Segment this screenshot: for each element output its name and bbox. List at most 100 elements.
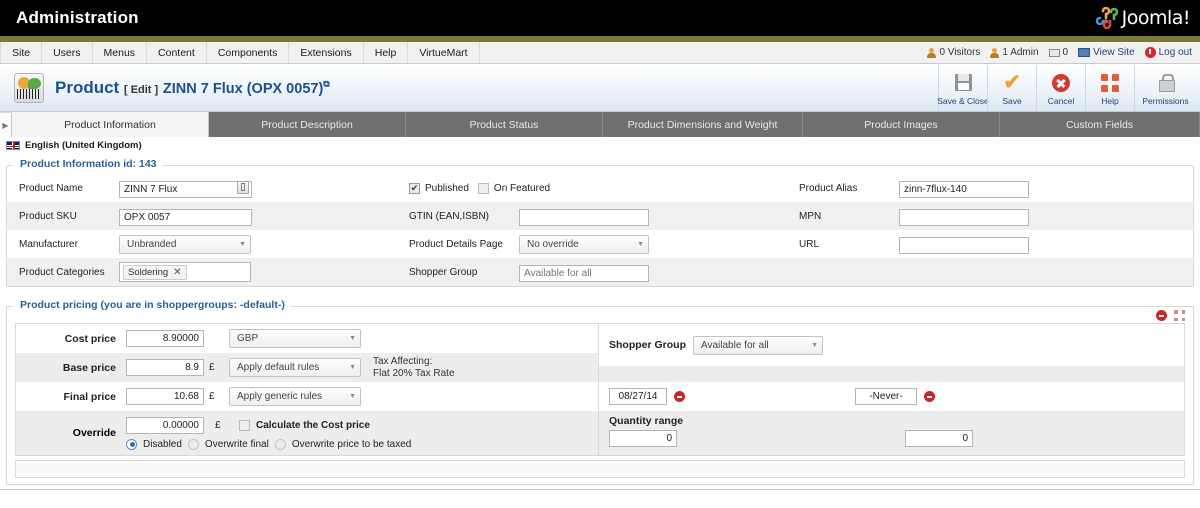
final-rule-select[interactable]: Apply generic rules ▼: [229, 387, 361, 406]
url-field-wrap: [899, 235, 1193, 254]
product-header-left: Product [ Edit ] ZINN 7 Flux (OPX 0057)⧉: [14, 72, 330, 103]
final-price-input[interactable]: [126, 388, 204, 405]
help-button[interactable]: Help: [1085, 64, 1134, 111]
cost-currency-select[interactable]: GBP ▼: [229, 329, 361, 348]
info-column-2: Published On Featured GTIN (EAN,ISBN) Pr…: [397, 174, 787, 286]
row-override: Override £ Calculate the Cost price Disa…: [16, 411, 598, 455]
delete-price-icon[interactable]: [1156, 310, 1167, 321]
cancel-label: Cancel: [1047, 96, 1075, 106]
shopper-group-input[interactable]: [519, 264, 649, 282]
permissions-button[interactable]: Permissions: [1134, 64, 1196, 111]
clear-date-to-icon[interactable]: [924, 391, 935, 402]
price-panel: Cost price GBP ▼ Base price £ App: [15, 323, 1185, 456]
cancel-button[interactable]: Cancel: [1036, 64, 1085, 111]
product-name-tool-button[interactable]: [237, 180, 249, 194]
mpn-field-wrap: [899, 207, 1193, 226]
menu-item-content[interactable]: Content: [147, 42, 207, 63]
price-left-column: Cost price GBP ▼ Base price £ App: [16, 324, 599, 455]
status-bar: 0 Visitors 1 Admin 0 View Site Log out: [927, 42, 1200, 63]
menu-item-users[interactable]: Users: [42, 42, 93, 63]
external-link-icon[interactable]: ⧉: [323, 78, 329, 88]
messages-status[interactable]: 0: [1048, 47, 1068, 58]
product-icon: [14, 72, 44, 103]
tax-affecting-title: Tax Affecting:: [373, 355, 433, 367]
override-body: £ Calculate the Cost price Disabled Over…: [126, 416, 411, 450]
calculate-cost-checkbox[interactable]: [239, 419, 250, 431]
cost-price-input[interactable]: [126, 330, 204, 347]
base-price-input[interactable]: [126, 359, 204, 376]
gtin-input[interactable]: [519, 208, 649, 226]
help-label: Help: [1101, 96, 1119, 106]
tab-product-dimensions-weight[interactable]: Product Dimensions and Weight: [603, 112, 803, 137]
toolbar: Save & Close ✔ Save Cancel Help Permissi…: [937, 64, 1196, 111]
logout-link[interactable]: Log out: [1144, 47, 1192, 58]
override-line-1: £ Calculate the Cost price: [126, 416, 411, 434]
tab-product-status[interactable]: Product Status: [406, 112, 603, 137]
quantity-range-fields: [609, 430, 973, 447]
product-categories-tagbox[interactable]: Soldering ✕: [119, 262, 251, 282]
chevron-down-icon: ▼: [637, 240, 644, 248]
featured-label: On Featured: [493, 182, 551, 194]
admins-status[interactable]: 1 Admin: [990, 47, 1039, 58]
menu-item-help[interactable]: Help: [364, 42, 409, 63]
view-site-link[interactable]: View Site: [1078, 47, 1135, 58]
admin-icon: [990, 47, 1000, 58]
tab-product-description[interactable]: Product Description: [209, 112, 406, 137]
pricing-shopper-group-select[interactable]: Available for all ▼: [693, 335, 823, 355]
chevron-down-icon: ▼: [349, 364, 356, 371]
sidebar-toggle[interactable]: ▶: [0, 112, 12, 137]
tab-product-images[interactable]: Product Images: [803, 112, 1000, 137]
drag-handle-icon[interactable]: [1174, 310, 1185, 321]
save-close-button[interactable]: Save & Close: [937, 64, 989, 111]
details-page-select[interactable]: No override ▼: [519, 234, 649, 254]
manufacturer-select[interactable]: Unbranded ▼: [119, 234, 251, 254]
menu-item-extensions[interactable]: Extensions: [289, 42, 364, 63]
published-checkbox[interactable]: [409, 182, 420, 194]
date-from-input[interactable]: [609, 388, 667, 405]
tab-bar: ▶ Product Information Product Descriptio…: [0, 112, 1200, 137]
details-page-field-wrap: No override ▼: [519, 234, 787, 254]
row-spacer: [787, 258, 1193, 286]
manufacturer-value: Unbranded: [127, 238, 177, 250]
row-gtin: GTIN (EAN,ISBN): [397, 202, 787, 230]
base-rule-select[interactable]: Apply default rules ▼: [229, 358, 361, 377]
override-taxed-radio[interactable]: [274, 438, 286, 450]
info-column-3: Product Alias MPN URL: [787, 174, 1193, 286]
product-name-input[interactable]: [119, 180, 252, 198]
tab-custom-fields[interactable]: Custom Fields: [1000, 112, 1200, 137]
visitors-icon: [927, 47, 937, 58]
menu-item-components[interactable]: Components: [207, 42, 290, 63]
clear-date-from-icon[interactable]: [674, 391, 685, 402]
save-button[interactable]: ✔ Save: [987, 64, 1036, 111]
override-input[interactable]: [126, 416, 204, 434]
mail-icon: [1048, 48, 1060, 57]
remove-tag-icon[interactable]: ✕: [173, 267, 181, 278]
menu-item-site[interactable]: Site: [0, 42, 43, 63]
row-details-page: Product Details Page No override ▼: [397, 230, 787, 258]
override-currency-symbol: £: [215, 419, 221, 431]
gtin-label: GTIN (EAN,ISBN): [409, 210, 490, 222]
override-final-radio[interactable]: [187, 438, 199, 450]
row-date-range: [599, 382, 1184, 411]
date-to-input[interactable]: [855, 388, 917, 405]
url-input[interactable]: [899, 236, 1029, 254]
menu-item-menus[interactable]: Menus: [93, 42, 148, 63]
quantity-max-input[interactable]: [905, 430, 973, 447]
override-disabled-radio[interactable]: [126, 438, 137, 450]
menu-item-virtuemart[interactable]: VirtueMart: [408, 42, 480, 63]
quantity-min-input[interactable]: [609, 430, 677, 447]
visitors-label: 0 Visitors: [939, 47, 981, 58]
tab-product-information[interactable]: Product Information: [12, 112, 209, 137]
visitors-status[interactable]: 0 Visitors: [927, 47, 980, 58]
featured-checkbox[interactable]: [477, 182, 489, 194]
pricing-shopper-group-label: Shopper Group: [609, 339, 686, 351]
product-alias-input[interactable]: [899, 180, 1029, 198]
pricing-row-actions: [1156, 310, 1185, 321]
final-rule-value: Apply generic rules: [237, 391, 323, 402]
admin-page: Administration Joomla! Site Users Menus …: [0, 0, 1200, 508]
shopper-group-field-wrap: [519, 263, 787, 282]
quantity-range-block: Quantity range: [609, 411, 973, 447]
mpn-input[interactable]: [899, 208, 1029, 226]
page-title: Product [ Edit ] ZINN 7 Flux (OPX 0057)⧉: [55, 78, 330, 98]
product-sku-input[interactable]: [119, 208, 252, 226]
